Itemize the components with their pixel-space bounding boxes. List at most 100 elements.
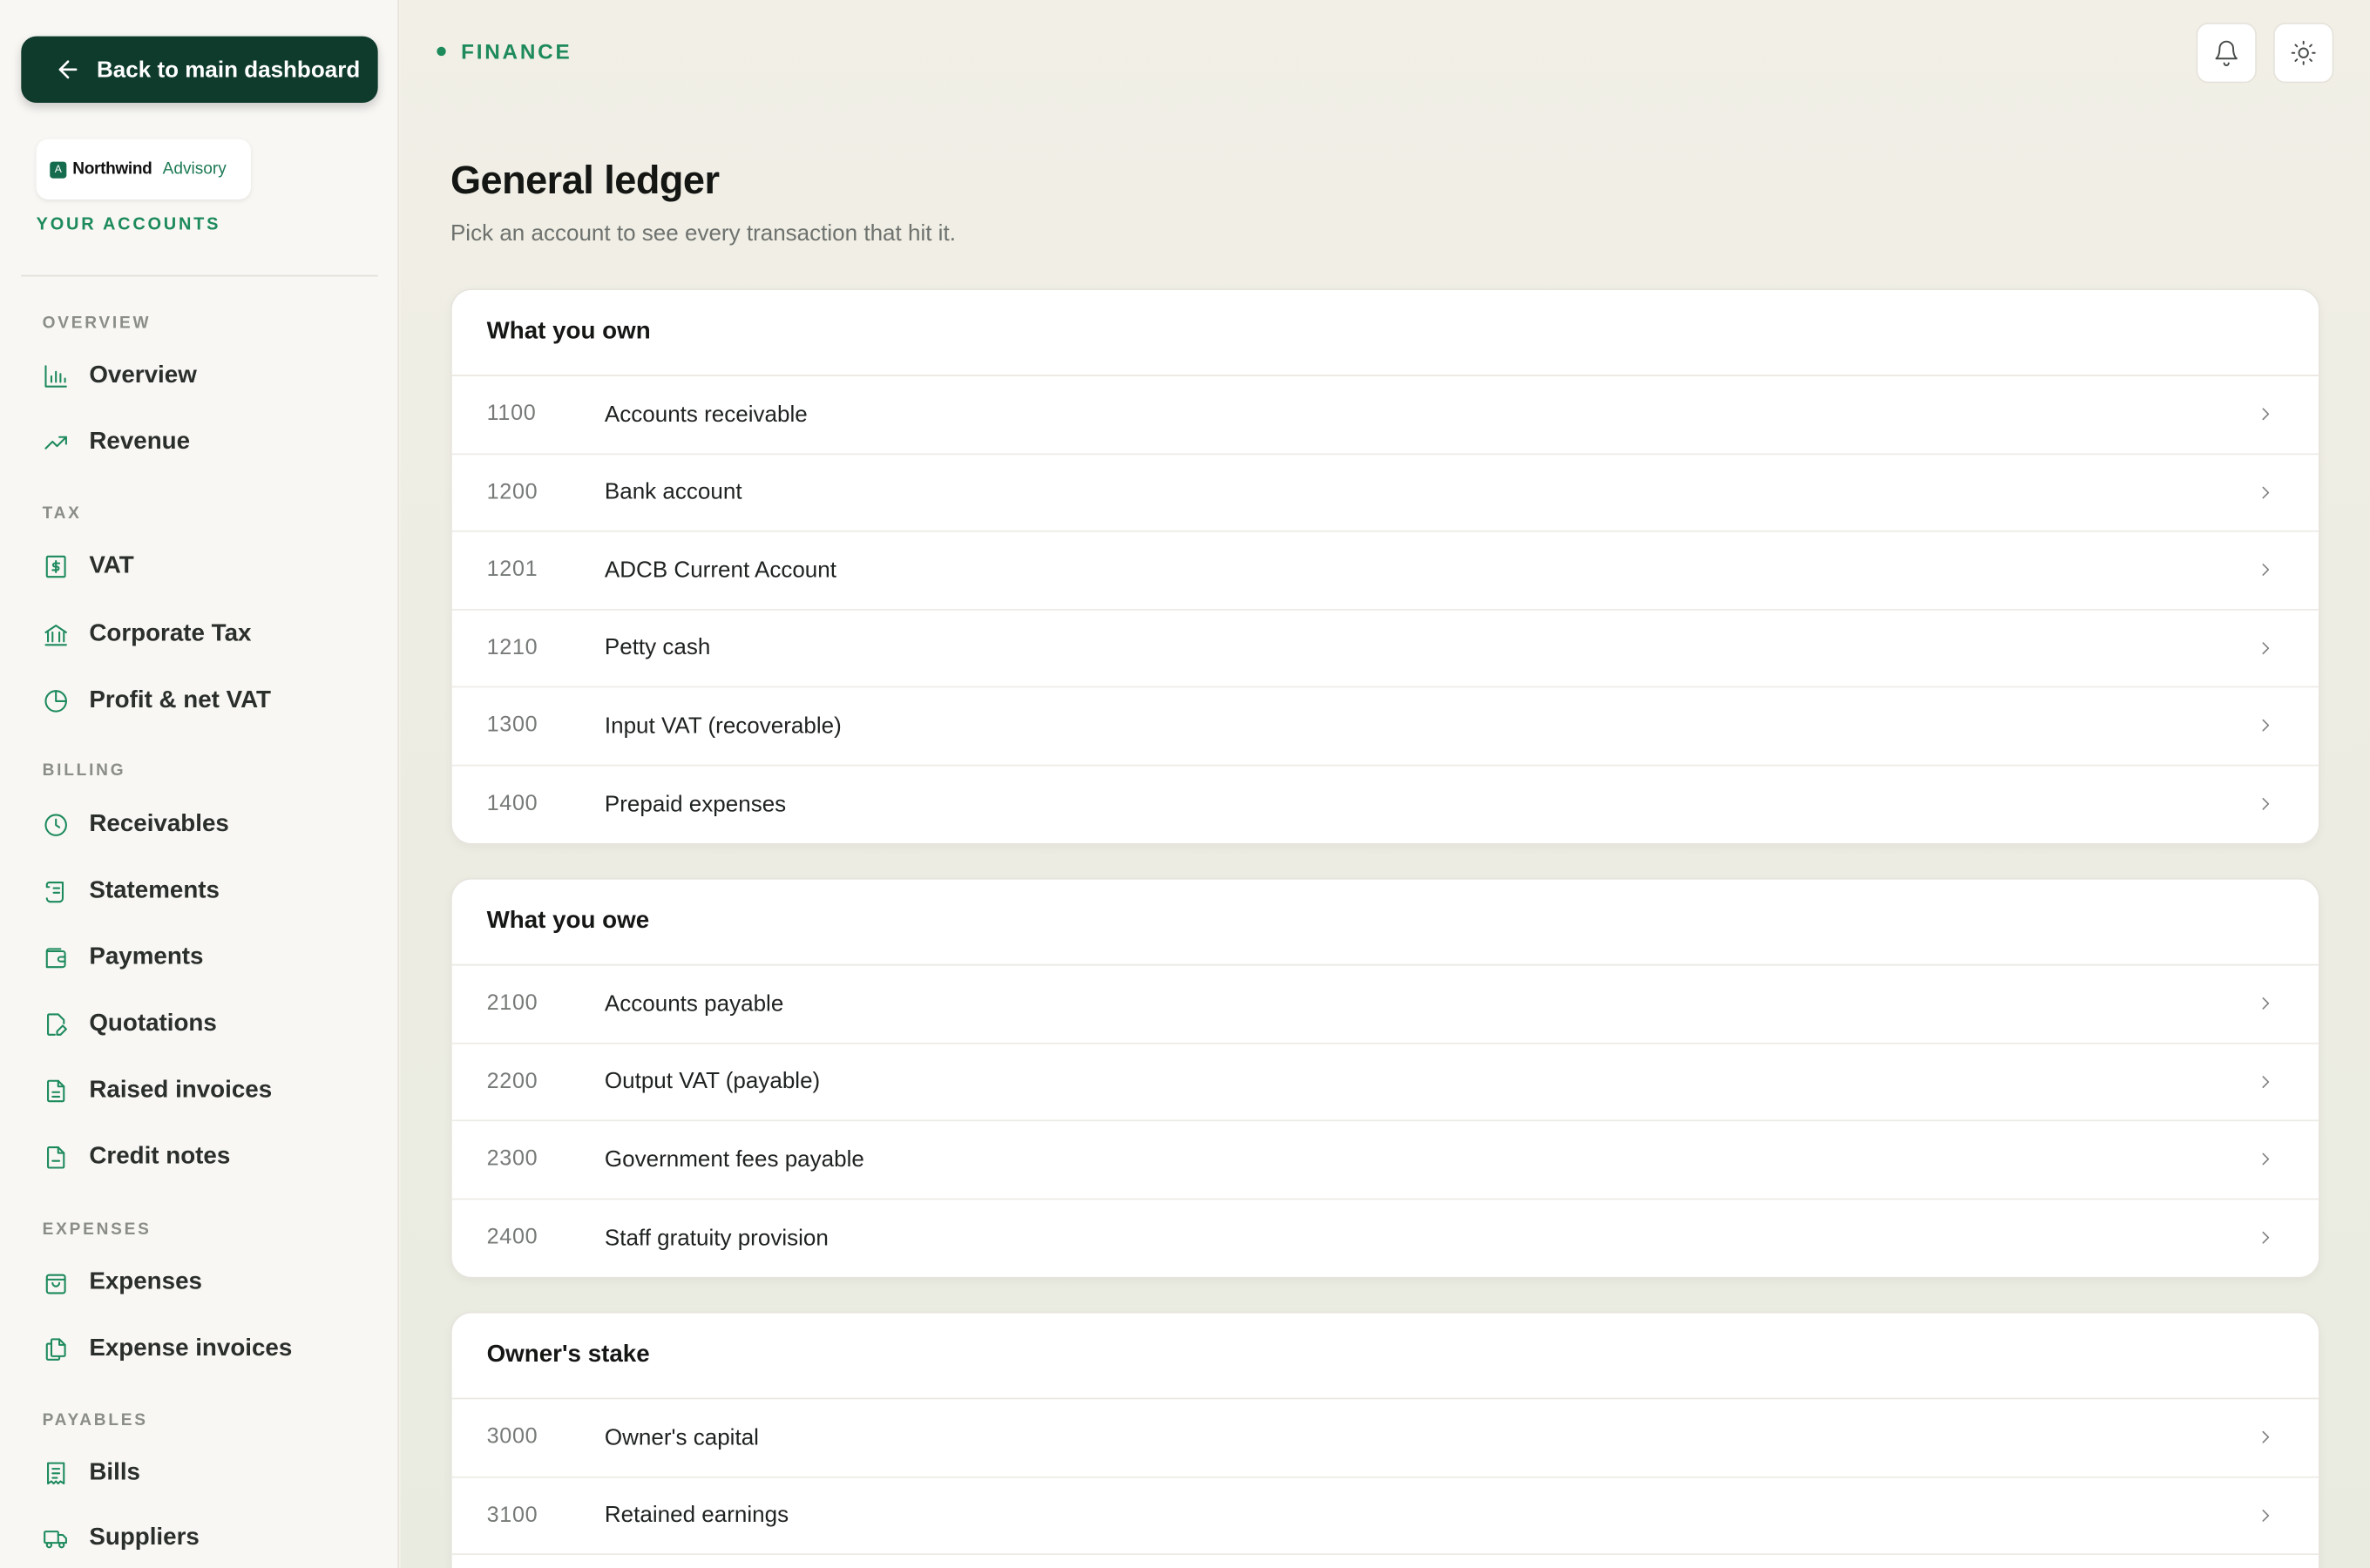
chevron-right-icon xyxy=(2262,1153,2270,1166)
page-subtitle: Pick an account to see every transaction… xyxy=(450,220,956,247)
account-row[interactable] xyxy=(452,1555,2319,1568)
sidebar-item-label: Payments xyxy=(89,944,204,970)
chevron-right-icon xyxy=(2262,1509,2270,1522)
section-label-expenses: EXPENSES xyxy=(42,1220,152,1240)
sidebar-item-label: Profit & net VAT xyxy=(89,687,272,713)
account-row[interactable]: 2200 Output VAT (payable) xyxy=(451,1044,2319,1122)
account-name: Accounts receivable xyxy=(604,401,808,428)
account-row[interactable]: 1201 ADCB Current Account xyxy=(451,532,2319,610)
sidebar-item-label: Receivables xyxy=(89,811,229,838)
sidebar: Back to main dashboard A Northwind Advis… xyxy=(0,0,399,1568)
scroll-icon xyxy=(45,882,64,903)
account-name: Government fees payable xyxy=(604,1146,864,1173)
page-title: General ledger xyxy=(450,157,720,203)
account-group-own: What you own 1100 Accounts receivable 120… xyxy=(450,288,2320,845)
bar-chart-icon xyxy=(44,365,67,388)
chevron-right-icon xyxy=(2262,486,2270,498)
account-code: 1210 xyxy=(486,635,538,660)
account-code: 1300 xyxy=(486,713,538,738)
account-row[interactable]: 2400 Staff gratuity provision xyxy=(452,1199,2319,1276)
brand-sub: Advisory xyxy=(162,159,227,179)
chevron-right-icon xyxy=(2262,798,2270,811)
files-icon xyxy=(45,1338,66,1361)
clock-icon xyxy=(44,814,67,836)
section-label-tax: TAX xyxy=(42,504,82,524)
account-name: Petty cash xyxy=(604,635,711,661)
sidebar-item-credit-notes[interactable]: Credit notes xyxy=(43,1141,230,1174)
arrow-left-icon xyxy=(58,60,78,79)
account-code: 1201 xyxy=(486,558,538,583)
account-name: Owner's capital xyxy=(604,1424,759,1450)
chevron-right-icon xyxy=(2262,997,2270,1010)
your-accounts-label: YOUR ACCOUNTS xyxy=(36,216,221,234)
account-code: 3000 xyxy=(486,1425,538,1450)
account-row[interactable]: 1200 Bank account xyxy=(451,454,2319,532)
account-group-owe: What you owe 2100 Accounts payable 2200 Ou… xyxy=(450,877,2320,1279)
sidebar-item-payments[interactable]: Payments xyxy=(43,942,204,975)
account-code: 1400 xyxy=(486,792,538,817)
brand-mark: A xyxy=(50,160,67,178)
account-row[interactable]: 1210 Petty cash xyxy=(451,610,2319,688)
account-name: Input VAT (recoverable) xyxy=(604,713,842,739)
file-text-icon xyxy=(47,1079,65,1103)
sidebar-item-label: Corporate Tax xyxy=(89,620,252,647)
sidebar-item-label: Raised invoices xyxy=(89,1077,273,1104)
sidebar-item-corporate-tax[interactable]: Corporate Tax xyxy=(43,618,252,651)
account-name: Accounts payable xyxy=(604,990,784,1017)
sidebar-item-vat[interactable]: VAT xyxy=(43,550,134,583)
chevron-right-icon xyxy=(2262,564,2270,577)
chevron-right-icon xyxy=(2262,720,2270,732)
account-code: 2100 xyxy=(486,991,538,1017)
sidebar-item-expenses[interactable]: Expenses xyxy=(43,1267,202,1300)
breadcrumb-dot xyxy=(437,46,446,57)
sidebar-item-label: Statements xyxy=(89,877,220,904)
section-label-overview: OVERVIEW xyxy=(42,314,152,333)
account-row[interactable]: 2100 Accounts payable xyxy=(451,965,2319,1044)
sidebar-item-label: Suppliers xyxy=(89,1524,200,1551)
brand-logo: A Northwind Advisory xyxy=(36,139,251,199)
notifications-button[interactable] xyxy=(2196,23,2257,84)
account-code: 2300 xyxy=(486,1147,538,1172)
receipt-icon xyxy=(47,1462,65,1485)
back-to-dashboard-button[interactable]: Back to main dashboard xyxy=(21,36,378,103)
sidebar-item-revenue[interactable]: Revenue xyxy=(43,426,190,459)
sidebar-item-receivables[interactable]: Receivables xyxy=(43,808,229,841)
sidebar-item-label: Revenue xyxy=(89,429,191,456)
bank-icon xyxy=(44,625,67,646)
account-name: Output VAT (payable) xyxy=(604,1068,821,1095)
trending-up-icon xyxy=(44,436,67,449)
breadcrumb-label: FINANCE xyxy=(461,39,572,64)
chevron-right-icon xyxy=(2262,408,2270,421)
account-row[interactable]: 1300 Input VAT (recoverable) xyxy=(451,687,2319,766)
group-title: What you owe xyxy=(451,880,2319,966)
sidebar-item-profit-vat[interactable]: Profit & net VAT xyxy=(43,685,271,718)
account-row[interactable]: 2300 Government fees payable xyxy=(451,1121,2319,1200)
account-name: Prepaid expenses xyxy=(604,791,787,818)
breadcrumb: FINANCE xyxy=(437,39,572,64)
account-row[interactable]: 1100 Accounts receivable xyxy=(451,376,2319,455)
sidebar-item-label: Quotations xyxy=(89,1010,217,1037)
theme-toggle-button[interactable] xyxy=(2272,23,2334,84)
section-label-billing: BILLING xyxy=(42,761,126,781)
account-row[interactable]: 3000 Owner's capital xyxy=(451,1399,2319,1477)
sidebar-item-overview[interactable]: Overview xyxy=(43,360,197,393)
sidebar-item-expense-invoices[interactable]: Expense invoices xyxy=(43,1333,292,1366)
chevron-right-icon xyxy=(2262,1075,2270,1088)
shopping-bag-icon xyxy=(45,1274,66,1294)
main-content: FINANCE General ledger Pick an account t… xyxy=(400,0,2370,1568)
brand-name: Northwind xyxy=(72,159,152,179)
sidebar-item-bills[interactable]: Bills xyxy=(43,1456,140,1490)
sidebar-item-suppliers[interactable]: Suppliers xyxy=(43,1522,200,1555)
sidebar-item-raised-invoices[interactable]: Raised invoices xyxy=(43,1074,273,1107)
sidebar-item-statements[interactable]: Statements xyxy=(43,875,220,908)
account-row[interactable]: 1400 Prepaid expenses xyxy=(452,766,2319,843)
sidebar-divider xyxy=(21,274,378,277)
account-code: 1100 xyxy=(486,402,537,427)
chevron-right-icon xyxy=(2262,641,2270,654)
sidebar-item-quotations[interactable]: Quotations xyxy=(43,1008,217,1041)
receipt-dollar-icon xyxy=(45,555,66,578)
back-to-dashboard-label: Back to main dashboard xyxy=(97,57,361,83)
account-row[interactable]: 3100 Retained earnings xyxy=(451,1477,2319,1556)
account-name: Staff gratuity provision xyxy=(604,1225,829,1251)
section-label-payables: PAYABLES xyxy=(42,1411,148,1430)
